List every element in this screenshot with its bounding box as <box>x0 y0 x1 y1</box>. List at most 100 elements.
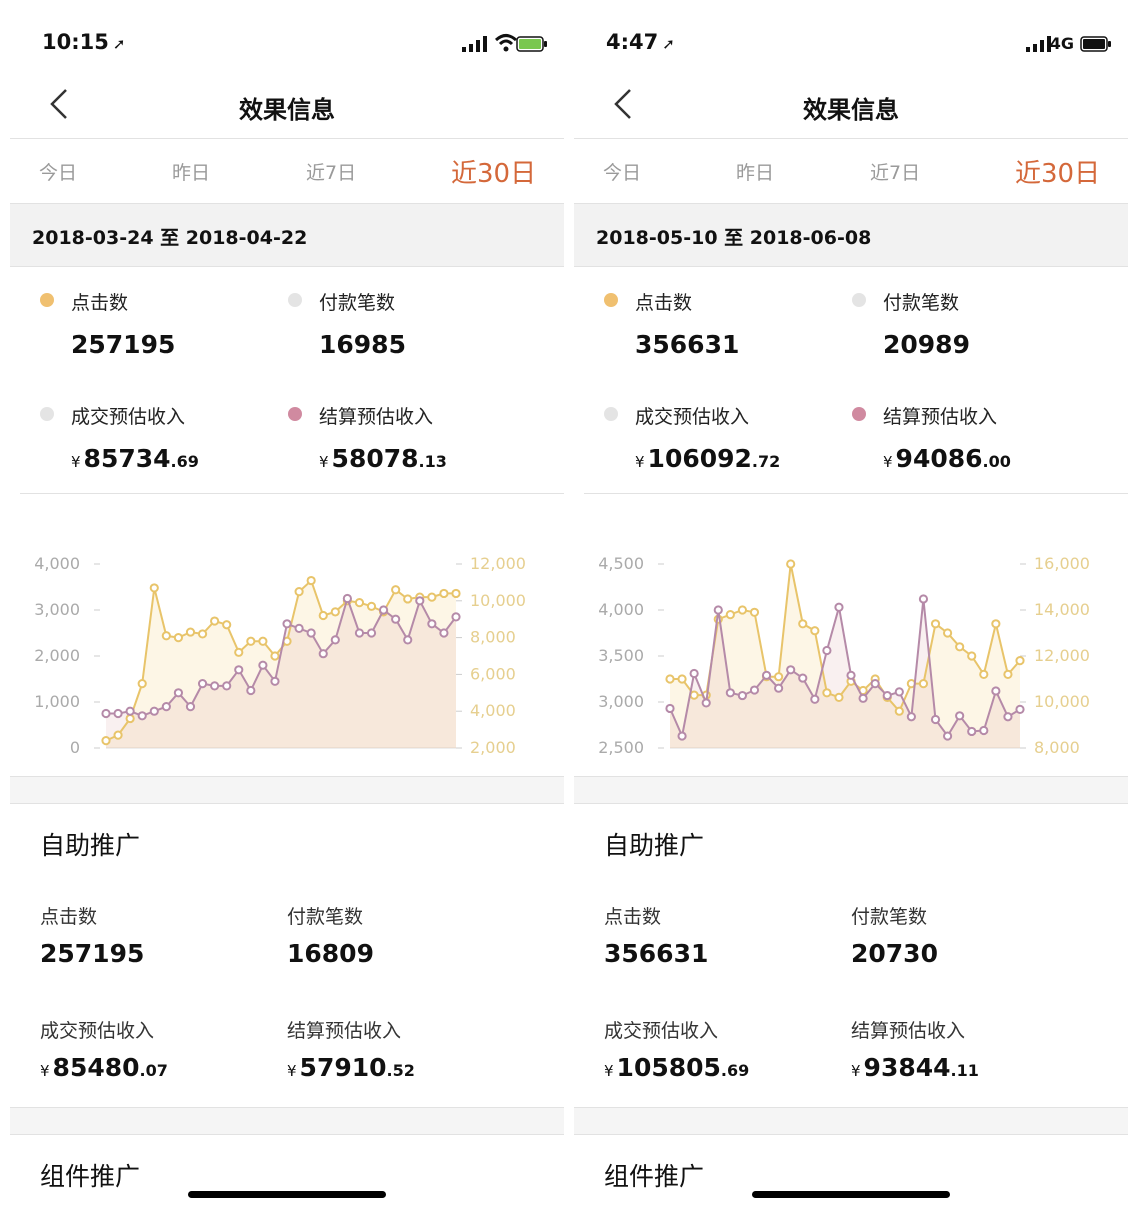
data-point <box>161 631 171 641</box>
data-point <box>798 619 808 629</box>
data-point <box>113 730 123 740</box>
legend-dot <box>604 293 618 307</box>
text: 57910 <box>299 1053 387 1082</box>
data-point <box>210 616 220 626</box>
legend-dot <box>604 407 618 421</box>
self-promotion-title: 自助推广 <box>604 831 705 860</box>
metric-value: ¥57910.52 <box>287 1053 537 1082</box>
metric-value: ¥85480.07 <box>40 1053 290 1082</box>
stat-value: ¥106092.72 <box>635 444 780 473</box>
tab-last-7-days[interactable]: 近7日 <box>870 158 920 185</box>
text: .69 <box>720 1061 750 1080</box>
date-tabs: 今日 昨日 近7日 近30日 <box>10 140 564 202</box>
right-axis-tick-label: 8,000 <box>1034 738 1080 757</box>
home-indicator <box>188 1191 386 1198</box>
right-axis-tick-label: 8,000 <box>470 628 516 647</box>
stat-label: 成交预估收入 <box>635 406 750 428</box>
metric-value: 20730 <box>851 939 938 968</box>
text: ¥ <box>287 1062 297 1080</box>
data-point <box>101 736 111 746</box>
data-point <box>306 628 316 638</box>
text: 93844 <box>863 1053 951 1082</box>
data-point <box>222 620 232 630</box>
metric-value: ¥93844.11 <box>851 1053 1101 1082</box>
data-point <box>810 626 820 636</box>
status-time: 4:47 ➚ <box>606 30 675 54</box>
component-promotion-title: 组件推广 <box>604 1162 705 1191</box>
data-point <box>930 714 941 725</box>
data-point <box>222 681 232 691</box>
metric-label: 结算预估收入 <box>851 1020 966 1042</box>
data-point <box>439 588 449 599</box>
metric-label: 付款笔数 <box>851 906 928 928</box>
stat-value: 356631 <box>635 330 740 359</box>
data-point <box>967 651 977 661</box>
battery-icon <box>516 36 547 52</box>
divider <box>20 493 564 494</box>
tab-last-30-days[interactable]: 近30日 <box>451 153 536 190</box>
metric-label: 成交预估收入 <box>40 1020 155 1042</box>
tab-today[interactable]: 今日 <box>39 158 77 185</box>
status-bar: 10:15 ➚ <box>10 30 564 60</box>
tab-today[interactable]: 今日 <box>603 158 641 185</box>
data-point <box>294 623 304 634</box>
text: 85734 <box>83 444 171 473</box>
data-point <box>786 665 796 675</box>
cellular-signal-icon <box>462 36 487 52</box>
data-point <box>991 619 1001 629</box>
stat-label: 成交预估收入 <box>71 406 186 428</box>
data-point <box>737 605 748 615</box>
data-point <box>197 679 208 689</box>
tab-yesterday[interactable]: 昨日 <box>736 158 774 185</box>
data-point <box>665 674 675 684</box>
date-range-bar: 2018-03-24 至 2018-04-22 <box>10 203 564 267</box>
tab-last-7-days[interactable]: 近7日 <box>306 158 356 185</box>
stat-value: 257195 <box>71 330 176 359</box>
text: 10:15 <box>42 30 109 54</box>
date-range: 2018-03-24 至 2018-04-22 <box>32 227 308 249</box>
network-type: 4G <box>1049 34 1074 53</box>
status-time: 10:15 ➚ <box>42 30 125 54</box>
data-point <box>725 688 735 698</box>
tab-last-30-days[interactable]: 近30日 <box>1015 153 1100 190</box>
data-point <box>282 619 292 629</box>
text: 106092 <box>647 444 752 473</box>
data-point <box>689 668 699 679</box>
data-point <box>246 636 256 646</box>
data-point <box>822 688 832 698</box>
date-tabs: 今日 昨日 近7日 近30日 <box>574 140 1128 202</box>
data-point <box>749 607 760 617</box>
data-point <box>391 614 401 624</box>
status-bar: 4:47 ➚ 4G <box>574 30 1128 60</box>
data-point <box>173 688 184 698</box>
data-point <box>318 649 328 659</box>
text: .72 <box>751 452 781 471</box>
data-point <box>185 627 196 637</box>
text: 85480 <box>52 1053 140 1082</box>
data-point <box>701 698 711 708</box>
left-axis-tick-label: 3,500 <box>598 646 644 665</box>
phone-screen-right: 4:47 ➚ 4G 效果信息 今日 昨日 近7日 近30日 2018-05-10 … <box>574 0 1128 1220</box>
phone-screen-left: 10:15 ➚ 效果信息 今日 昨日 近7日 近30日 2018-03-24 至 … <box>10 0 564 1220</box>
data-point <box>665 703 675 714</box>
stat-label: 结算预估收入 <box>319 406 434 428</box>
data-point <box>942 628 953 638</box>
data-point <box>125 713 135 724</box>
stat-label: 付款笔数 <box>319 292 396 314</box>
data-point <box>979 669 989 679</box>
legend-dot <box>40 407 54 421</box>
right-axis-tick-label: 12,000 <box>470 554 526 573</box>
data-point <box>930 619 941 629</box>
left-axis-tick-label: 4,500 <box>598 554 644 573</box>
data-point <box>258 660 268 670</box>
section-divider <box>10 776 564 804</box>
battery-icon <box>1080 36 1111 52</box>
data-point <box>810 694 820 704</box>
location-arrow-icon: ➚ <box>662 35 675 53</box>
text: ¥ <box>883 453 893 471</box>
cellular-signal-icon <box>1026 36 1051 52</box>
data-point <box>439 628 449 638</box>
data-point <box>210 681 220 691</box>
dual-axis-line-chart: 4,500 4,000 3,500 3,000 2,500 16,000 14,000 12,… <box>598 554 1090 757</box>
tab-yesterday[interactable]: 昨日 <box>172 158 210 185</box>
